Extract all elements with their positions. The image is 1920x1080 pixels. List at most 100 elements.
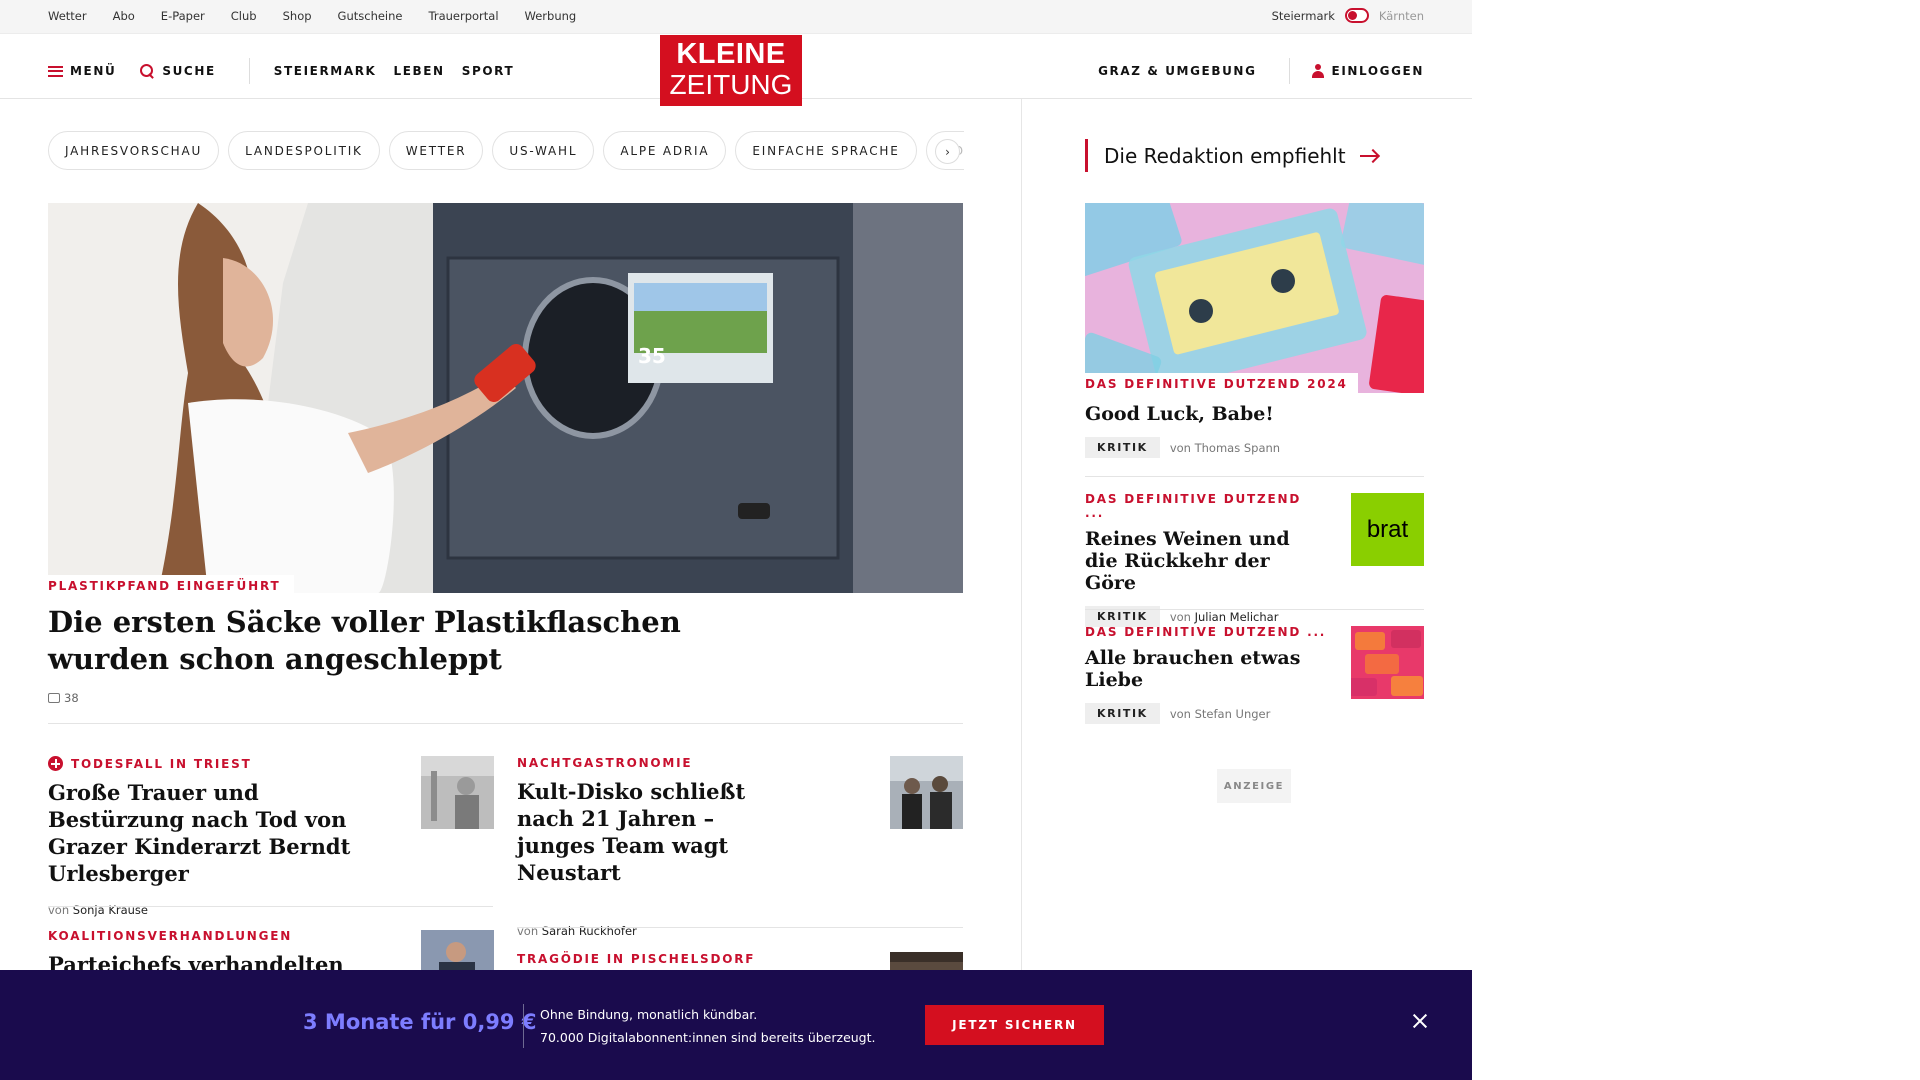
utility-link-shop[interactable]: Shop: [283, 9, 312, 23]
search-icon: [140, 63, 155, 79]
site-logo[interactable]: KLEINE ZEITUNG: [660, 35, 802, 106]
hero-illustration: 35: [48, 203, 963, 593]
article-thumbnail[interactable]: [890, 756, 963, 829]
article-title[interactable]: Große Trauer und Bestürzung nach Tod von…: [48, 779, 388, 887]
recommendations-title: Die Redaktion empfiehlt: [1104, 143, 1346, 168]
utility-link-epaper[interactable]: E-Paper: [161, 9, 205, 23]
article-kicker: NACHTGASTRONOMIE: [517, 756, 693, 770]
topic-pill[interactable]: JAHRESVORSCHAU: [48, 131, 220, 170]
article-card[interactable]: TODESFALL IN TRIEST Große Trauer und Bes…: [48, 756, 388, 917]
utility-link-club[interactable]: Club: [231, 9, 257, 23]
recommendation-kicker: DAS DEFINITIVE DUTZEND 2024: [1085, 373, 1358, 395]
topic-pill[interactable]: WETTER: [388, 131, 484, 170]
divider: [517, 927, 963, 928]
header-divider-right: [1288, 58, 1290, 84]
region-switch: Steiermark Kärnten: [1272, 8, 1424, 23]
recommendation-kicker: DAS DEFINITIVE DUTZEND ...: [1085, 625, 1327, 639]
hero-image[interactable]: 35: [48, 203, 963, 593]
recommendation-title[interactable]: Good Luck, Babe!: [1085, 403, 1280, 425]
login-label: EINLOGGEN: [1331, 64, 1424, 78]
recommendation-byline: von Julian Melichar: [1170, 610, 1279, 624]
close-icon[interactable]: [1412, 1013, 1428, 1029]
search-button[interactable]: SUCHE: [140, 63, 216, 79]
recommendation-item[interactable]: DAS DEFINITIVE DUTZEND ... Reines Weinen…: [1085, 492, 1325, 627]
article-title[interactable]: Kult-Disko schließt nach 21 Jahren – jun…: [517, 778, 797, 886]
search-label: SUCHE: [162, 64, 216, 78]
kritik-tag[interactable]: KRITIK: [1085, 703, 1160, 724]
logo-line-1: KLEINE: [676, 38, 786, 70]
header-left-nav: MENÜ SUCHE STEIERMARK LEBEN SPORT: [48, 58, 514, 84]
header-divider: [248, 58, 250, 84]
utility-link-abo[interactable]: Abo: [113, 9, 135, 23]
utility-link-wetter[interactable]: Wetter: [48, 9, 87, 23]
kritik-tag[interactable]: KRITIK: [1085, 437, 1160, 458]
topic-pill[interactable]: EINFACHE SPRACHE: [735, 131, 917, 170]
nav-sport[interactable]: SPORT: [462, 64, 515, 78]
banner-divider: [523, 1004, 524, 1048]
header-right-nav: GRAZ & UMGEBUNG EINLOGGEN: [1098, 58, 1424, 84]
byline-author[interactable]: Stefan Unger: [1195, 707, 1271, 721]
article-card[interactable]: TRAGÖDIE IN PISCHELSDORF: [517, 952, 797, 966]
banner-line-1: Ohne Bindung, monatlich kündbar.: [540, 1007, 758, 1022]
hero-title[interactable]: Die ersten Säcke voller Plastikflaschen …: [48, 604, 688, 678]
menu-button[interactable]: MENÜ: [48, 64, 116, 78]
article-thumbnail[interactable]: [421, 756, 494, 829]
menu-label: MENÜ: [70, 64, 117, 78]
hamburger-icon: [48, 65, 63, 77]
recommendation-item[interactable]: Good Luck, Babe! KRITIK von Thomas Spann: [1085, 403, 1280, 458]
utility-link-gutscheine[interactable]: Gutscheine: [338, 9, 403, 23]
banner-text: Ohne Bindung, monatlich kündbar. 70.000 …: [540, 1003, 876, 1049]
chevron-right-icon[interactable]: ›: [935, 139, 960, 164]
article-kicker-text: TODESFALL IN TRIEST: [71, 756, 252, 771]
nav-leben[interactable]: LEBEN: [393, 64, 444, 78]
arrow-right-icon: [1359, 154, 1378, 157]
cassette-illustration: [1085, 203, 1424, 393]
recommendation-title[interactable]: Alle brauchen etwas Liebe: [1085, 647, 1345, 691]
nav-graz-umgebung[interactable]: GRAZ & UMGEBUNG: [1098, 64, 1256, 78]
utility-links: Wetter Abo E-Paper Club Shop Gutscheine …: [48, 9, 576, 23]
ad-label: ANZEIGE: [1217, 769, 1291, 803]
utility-link-werbung[interactable]: Werbung: [525, 9, 577, 23]
region-steiermark[interactable]: Steiermark: [1272, 9, 1335, 23]
recommendation-title[interactable]: Reines Weinen und die Rückkehr der Göre: [1085, 528, 1325, 594]
utility-link-trauerportal[interactable]: Trauerportal: [429, 9, 499, 23]
byline-prefix: von: [1169, 440, 1191, 455]
subscribe-button[interactable]: JETZT SICHERN: [925, 1005, 1104, 1045]
byline-author[interactable]: Julian Melichar: [1195, 610, 1279, 624]
byline-prefix: von: [1169, 706, 1191, 721]
article-kicker: TRAGÖDIE IN PISCHELSDORF: [517, 952, 756, 966]
recommendation-kicker: DAS DEFINITIVE DUTZEND ...: [1085, 492, 1302, 520]
recommendation-item[interactable]: DAS DEFINITIVE DUTZEND ... Alle brauchen…: [1085, 625, 1345, 724]
divider: [48, 723, 963, 724]
divider: [1085, 476, 1424, 477]
thumbnail-illustration: [890, 756, 963, 829]
site-header: MENÜ SUCHE STEIERMARK LEBEN SPORT KLEINE…: [0, 34, 1472, 106]
subscription-banner: 3 Monate für 0,99 € Ohne Bindung, monatl…: [0, 970, 1472, 1080]
banner-price: 3 Monate für 0,99 €: [303, 1010, 537, 1034]
article-kicker: KOALITIONSVERHANDLUNGEN: [48, 929, 293, 943]
hero-kicker: PLASTIKPFAND EINGEFÜHRT: [48, 575, 295, 597]
topic-pill[interactable]: ALPE ADRIA: [603, 131, 727, 170]
recommendation-image[interactable]: [1085, 203, 1424, 393]
byline-author[interactable]: Thomas Spann: [1195, 441, 1280, 455]
recommendation-byline: von Thomas Spann: [1170, 441, 1280, 455]
recommendation-meta: KRITIK von Stefan Unger: [1085, 703, 1345, 724]
topic-pill[interactable]: LANDESPOLITIK: [228, 131, 380, 170]
region-kaernten[interactable]: Kärnten: [1379, 9, 1424, 23]
banner-line-2: 70.000 Digitalabonnent:innen sind bereit…: [540, 1030, 876, 1045]
hero-comment-count[interactable]: 38: [64, 691, 79, 705]
topic-bar: JAHRESVORSCHAU LANDESPOLITIK WETTER US-W…: [48, 131, 964, 171]
recommendations-heading[interactable]: Die Redaktion empfiehlt: [1085, 139, 1378, 172]
nav-steiermark[interactable]: STEIERMARK: [274, 64, 377, 78]
topic-pill[interactable]: US-WAHL: [492, 131, 595, 170]
recommendation-byline: von Stefan Unger: [1170, 707, 1271, 721]
article-card[interactable]: NACHTGASTRONOMIE Kult-Disko schließt nac…: [517, 756, 797, 938]
hero-meta: 38: [48, 691, 79, 705]
cassette-thumbnail[interactable]: [1351, 626, 1424, 699]
logo-line-2: ZEITUNG: [669, 69, 793, 100]
login-button[interactable]: EINLOGGEN: [1311, 64, 1424, 78]
comment-icon: [48, 693, 60, 703]
brat-thumbnail[interactable]: brat: [1351, 493, 1424, 566]
plus-badge-icon: [48, 756, 63, 771]
region-toggle[interactable]: [1344, 8, 1369, 23]
